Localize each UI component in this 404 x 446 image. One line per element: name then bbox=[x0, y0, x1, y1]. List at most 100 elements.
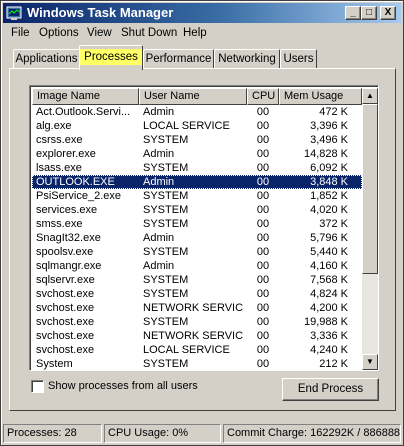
status-cpu-usage: CPU Usage: 0% bbox=[104, 424, 221, 443]
task-manager-window: Windows Task Manager _ □ X File Options … bbox=[0, 0, 404, 446]
row-mem-usage: 3,396 K bbox=[310, 120, 348, 132]
row-mem-usage: 1,852 K bbox=[310, 190, 348, 202]
table-row[interactable]: csrss.exe SYSTEM 00 3,496 K bbox=[32, 133, 362, 147]
table-row[interactable]: spoolsv.exe SYSTEM 00 5,440 K bbox=[32, 245, 362, 259]
row-mem-usage: 4,200 K bbox=[310, 302, 348, 314]
table-row[interactable]: svchost.exe NETWORK SERVICE 00 4,200 K bbox=[32, 301, 362, 315]
row-mem-usage: 3,848 K bbox=[310, 176, 348, 188]
table-row[interactable]: SnagIt32.exe Admin 00 5,796 K bbox=[32, 231, 362, 245]
table-row[interactable]: svchost.exe SYSTEM 00 4,824 K bbox=[32, 287, 362, 301]
table-row[interactable]: svchost.exe LOCAL SERVICE 00 4,240 K bbox=[32, 343, 362, 357]
table-row[interactable]: PsiService_2.exe SYSTEM 00 1,852 K bbox=[32, 189, 362, 203]
row-user-name: Admin bbox=[143, 260, 175, 272]
row-image-name: smss.exe bbox=[36, 218, 83, 230]
row-cpu: 00 bbox=[256, 106, 270, 118]
row-mem-usage: 4,824 K bbox=[310, 288, 348, 300]
tab-networking[interactable]: Networking bbox=[214, 49, 280, 69]
row-user-name: SYSTEM bbox=[143, 358, 189, 370]
row-cpu: 00 bbox=[256, 120, 270, 132]
row-user-name: SYSTEM bbox=[143, 190, 189, 202]
row-image-name: svchost.exe bbox=[36, 288, 95, 300]
process-list[interactable]: Image Name User Name CPU Mem Usage Act.O… bbox=[29, 85, 379, 371]
row-cpu: 00 bbox=[256, 274, 270, 286]
tab-processes[interactable]: Processes bbox=[79, 45, 143, 70]
minimize-button[interactable]: _ bbox=[345, 6, 361, 20]
row-image-name: spoolsv.exe bbox=[36, 246, 94, 258]
row-image-name: svchost.exe bbox=[36, 316, 95, 328]
header-user-name[interactable]: User Name bbox=[139, 88, 247, 105]
row-image-name: Act.Outlook.Servi... bbox=[36, 106, 131, 118]
row-user-name: Admin bbox=[143, 148, 175, 160]
row-mem-usage: 4,020 K bbox=[310, 204, 348, 216]
table-row[interactable]: services.exe SYSTEM 00 4,020 K bbox=[32, 203, 362, 217]
table-row[interactable]: sqlmangr.exe Admin 00 4,160 K bbox=[32, 259, 362, 273]
title-bar[interactable]: Windows Task Manager _ □ X bbox=[3, 3, 401, 23]
table-row[interactable]: alg.exe LOCAL SERVICE 00 3,396 K bbox=[32, 119, 362, 133]
vertical-scrollbar[interactable]: ▲ ▼ bbox=[362, 88, 378, 370]
row-mem-usage: 19,988 K bbox=[303, 316, 348, 328]
row-mem-usage: 212 K bbox=[319, 358, 348, 370]
menu-file[interactable]: File bbox=[11, 26, 30, 40]
row-user-name: SYSTEM bbox=[143, 288, 189, 300]
tab-performance[interactable]: Performance bbox=[143, 49, 214, 69]
process-rows: Act.Outlook.Servi... Admin 00 472 K alg.exe L… bbox=[32, 105, 362, 370]
row-cpu: 00 bbox=[256, 232, 270, 244]
row-cpu: 00 bbox=[256, 344, 270, 356]
row-mem-usage: 372 K bbox=[319, 218, 348, 230]
row-mem-usage: 472 K bbox=[319, 106, 348, 118]
row-user-name: SYSTEM bbox=[143, 204, 189, 216]
menu-bar: File Options View Shut Down Help bbox=[3, 23, 401, 43]
end-process-button[interactable]: End Process bbox=[282, 378, 379, 401]
table-row[interactable]: sqlservr.exe SYSTEM 00 7,568 K bbox=[32, 273, 362, 287]
row-user-name: SYSTEM bbox=[143, 162, 189, 174]
row-mem-usage: 5,796 K bbox=[310, 232, 348, 244]
scroll-thumb[interactable] bbox=[362, 104, 378, 274]
header-image-name[interactable]: Image Name bbox=[32, 88, 139, 105]
row-mem-usage: 6,092 K bbox=[310, 162, 348, 174]
row-cpu: 00 bbox=[256, 288, 270, 300]
table-row[interactable]: svchost.exe NETWORK SERVICE 00 3,336 K bbox=[32, 329, 362, 343]
row-image-name: svchost.exe bbox=[36, 330, 95, 342]
table-row[interactable]: Act.Outlook.Servi... Admin 00 472 K bbox=[32, 105, 362, 119]
row-image-name: svchost.exe bbox=[36, 344, 95, 356]
menu-shut-down[interactable]: Shut Down bbox=[121, 26, 177, 40]
table-row[interactable]: OUTLOOK.EXE Admin 00 3,848 K bbox=[32, 175, 362, 189]
row-user-name: SYSTEM bbox=[143, 134, 189, 146]
list-header: Image Name User Name CPU Mem Usage bbox=[32, 88, 362, 105]
row-image-name: explorer.exe bbox=[36, 148, 96, 160]
row-image-name: services.exe bbox=[36, 204, 98, 216]
table-row[interactable]: svchost.exe SYSTEM 00 19,988 K bbox=[32, 315, 362, 329]
row-cpu: 00 bbox=[256, 302, 270, 314]
row-cpu: 00 bbox=[256, 148, 270, 160]
header-mem-usage[interactable]: Mem Usage bbox=[279, 88, 362, 105]
row-image-name: OUTLOOK.EXE bbox=[36, 176, 115, 188]
menu-view[interactable]: View bbox=[87, 26, 112, 40]
row-user-name: Admin bbox=[143, 176, 175, 188]
row-user-name: SYSTEM bbox=[143, 246, 189, 258]
row-mem-usage: 14,828 K bbox=[303, 148, 348, 160]
row-mem-usage: 4,160 K bbox=[310, 260, 348, 272]
menu-help[interactable]: Help bbox=[183, 26, 207, 40]
menu-options[interactable]: Options bbox=[39, 26, 79, 40]
scroll-up-icon[interactable]: ▲ bbox=[362, 88, 378, 104]
scroll-down-icon[interactable]: ▼ bbox=[362, 354, 378, 370]
maximize-button[interactable]: □ bbox=[361, 6, 377, 20]
row-mem-usage: 7,568 K bbox=[310, 274, 348, 286]
tab-users[interactable]: Users bbox=[280, 49, 317, 69]
row-cpu: 00 bbox=[256, 204, 270, 216]
table-row[interactable]: lsass.exe SYSTEM 00 6,092 K bbox=[32, 161, 362, 175]
close-button[interactable]: X bbox=[380, 6, 396, 20]
tab-applications[interactable]: Applications bbox=[13, 49, 80, 69]
table-row[interactable]: smss.exe SYSTEM 00 372 K bbox=[32, 217, 362, 231]
table-row[interactable]: explorer.exe Admin 00 14,828 K bbox=[32, 147, 362, 161]
row-image-name: csrss.exe bbox=[36, 134, 83, 146]
row-cpu: 00 bbox=[256, 260, 270, 272]
row-cpu: 00 bbox=[256, 162, 270, 174]
row-cpu: 00 bbox=[256, 330, 270, 342]
row-mem-usage: 4,240 K bbox=[310, 344, 348, 356]
row-mem-usage: 3,336 K bbox=[310, 330, 348, 342]
table-row[interactable]: System SYSTEM 00 212 K bbox=[32, 357, 362, 370]
header-cpu[interactable]: CPU bbox=[247, 88, 279, 105]
row-image-name: sqlservr.exe bbox=[36, 274, 95, 286]
show-all-processes-checkbox[interactable] bbox=[31, 380, 44, 393]
